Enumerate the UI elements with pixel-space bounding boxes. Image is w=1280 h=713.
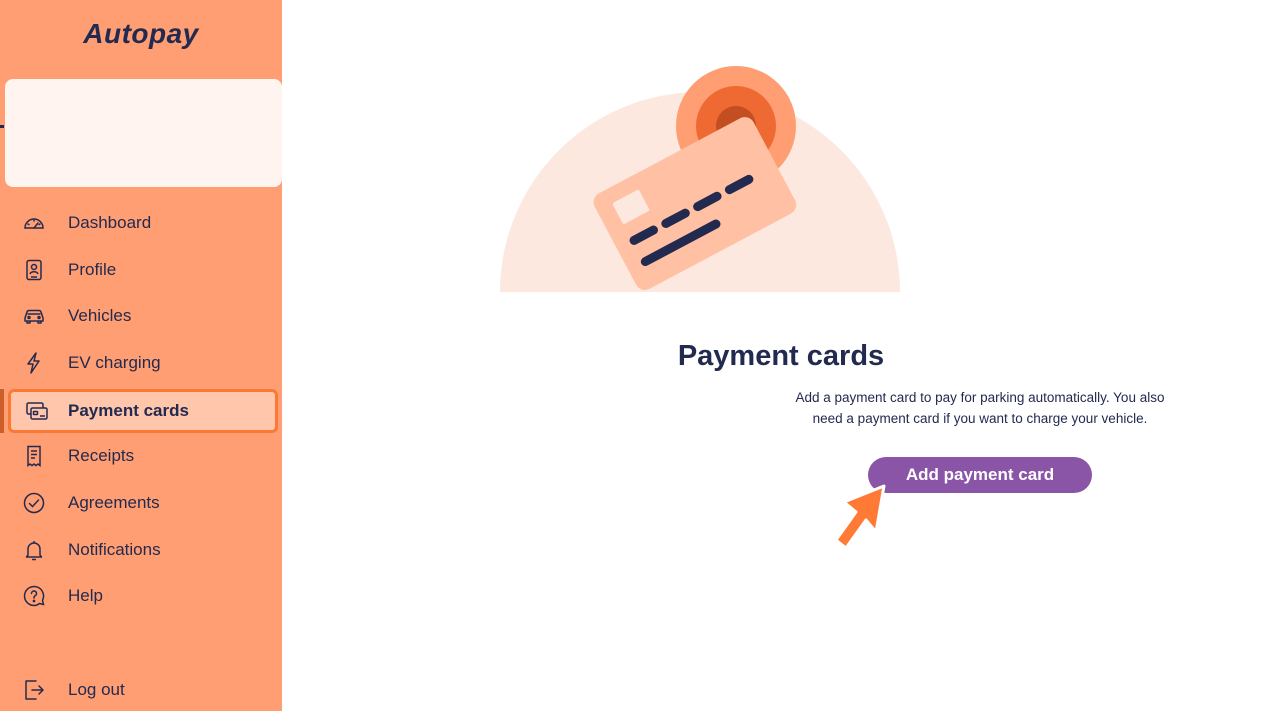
- id-card-icon: [22, 258, 46, 282]
- sidebar-item-ev-charging[interactable]: EV charging: [0, 340, 282, 386]
- check-circle-icon: [22, 491, 46, 515]
- bell-icon: [22, 538, 46, 562]
- speedometer-icon: [22, 211, 46, 235]
- payment-card-illustration: [500, 66, 900, 292]
- page-title: Payment cards: [677, 340, 885, 372]
- credit-cards-icon: [25, 399, 49, 423]
- sidebar-item-label: Log out: [68, 680, 125, 699]
- sidebar: Autopay Dashboard Profile Vehicles EV ch…: [0, 0, 282, 711]
- question-icon: [22, 584, 46, 608]
- account-marker: [0, 125, 4, 128]
- sidebar-item-label: Help: [68, 586, 103, 605]
- sidebar-item-label: EV charging: [68, 353, 161, 372]
- sidebar-item-vehicles[interactable]: Vehicles: [0, 293, 282, 339]
- sidebar-item-dashboard[interactable]: Dashboard: [0, 200, 282, 246]
- sidebar-item-label: Receipts: [68, 446, 135, 465]
- sidebar-item-label: Dashboard: [68, 213, 152, 232]
- sidebar-item-help[interactable]: Help: [0, 573, 282, 619]
- sidebar-item-notifications[interactable]: Notifications: [0, 527, 282, 573]
- sidebar-item-label: Vehicles: [68, 306, 132, 325]
- account-panel[interactable]: [5, 79, 282, 187]
- page-description: Add a payment card to pay for parking au…: [795, 390, 1165, 426]
- add-payment-card-button[interactable]: Add payment card: [868, 457, 1092, 493]
- logout-icon: [22, 678, 46, 702]
- pointer-arrow-icon: [834, 484, 886, 550]
- lightning-icon: [22, 351, 46, 375]
- sidebar-item-payment-cards[interactable]: Payment cards: [8, 389, 278, 433]
- sidebar-item-receipts[interactable]: Receipts: [0, 433, 282, 479]
- sidebar-item-label: Notifications: [68, 540, 161, 559]
- car-icon: [22, 304, 46, 328]
- receipt-icon: [22, 444, 46, 468]
- sidebar-item-profile[interactable]: Profile: [0, 247, 282, 293]
- sidebar-item-agreements[interactable]: Agreements: [0, 480, 282, 526]
- sidebar-item-label: Agreements: [68, 493, 160, 512]
- active-indicator: [0, 389, 4, 433]
- sidebar-item-label: Profile: [68, 260, 117, 279]
- sidebar-item-logout[interactable]: Log out: [0, 667, 282, 713]
- sidebar-item-label: Payment cards: [68, 401, 189, 420]
- autopay-logo[interactable]: Autopay: [0, 18, 282, 50]
